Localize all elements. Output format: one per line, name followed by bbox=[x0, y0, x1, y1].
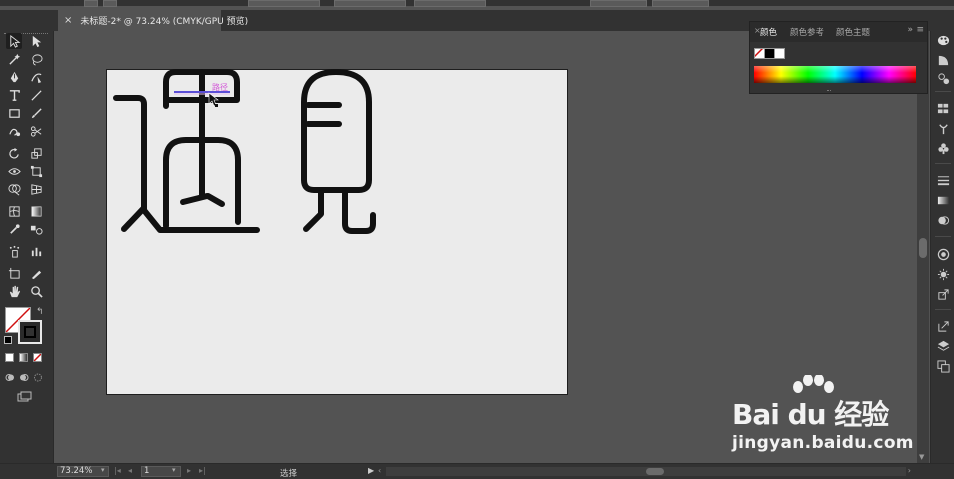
artboard-dropdown-icon[interactable]: ▾ bbox=[172, 466, 176, 474]
layers-icon[interactable] bbox=[936, 339, 950, 353]
asset-export-icon[interactable] bbox=[936, 287, 950, 301]
status-text: 选择 bbox=[280, 469, 298, 479]
scroll-right-icon[interactable]: › bbox=[908, 466, 911, 475]
scroll-left-icon[interactable]: ‹ bbox=[378, 466, 381, 475]
appearance-icon[interactable] bbox=[936, 247, 950, 261]
color-panel: × 颜色 颜色参考 颜色主题 » ≡ bbox=[749, 21, 928, 94]
artboards-icon[interactable] bbox=[936, 359, 950, 373]
tab-color-themes[interactable]: 颜色主题 bbox=[836, 26, 870, 38]
vertical-scrollbar[interactable]: ▲ ▼ bbox=[917, 31, 929, 463]
panel-resize-grip[interactable] bbox=[827, 90, 831, 93]
transparency-icon[interactable] bbox=[936, 213, 950, 227]
color-panel-header: × 颜色 颜色参考 颜色主题 » ≡ bbox=[750, 22, 927, 42]
panel-dock bbox=[930, 31, 954, 463]
swatches-icon[interactable] bbox=[936, 101, 950, 115]
horizontal-scroll-thumb[interactable] bbox=[646, 468, 664, 475]
stroke-leg-left bbox=[303, 190, 324, 232]
watermark-brand: Bai du 经验 bbox=[732, 398, 889, 431]
dock-separator bbox=[935, 309, 951, 310]
vertical-scroll-thumb[interactable] bbox=[919, 238, 927, 258]
color-spectrum[interactable] bbox=[754, 66, 916, 83]
smart-guide-label: 路径 bbox=[212, 83, 228, 92]
previous-artboard-icon[interactable]: ◂ bbox=[128, 466, 132, 475]
status-menu-icon[interactable]: ▶ bbox=[368, 466, 374, 475]
anchor-point-indicator bbox=[215, 104, 218, 107]
last-artboard-icon[interactable]: ▸| bbox=[199, 466, 206, 475]
color-guide-icon[interactable] bbox=[936, 53, 950, 67]
dock-separator bbox=[935, 163, 951, 164]
watermark: Bai du 经验 jingyan.baidu.com bbox=[730, 375, 914, 465]
panel-menu-icon[interactable]: ≡ bbox=[916, 25, 924, 35]
status-bar: 73.24% ▾ |◂ ◂ 1 ▾ ▸ ▸| 选择 ▶ ‹ › bbox=[0, 463, 954, 479]
white-swatch[interactable] bbox=[774, 48, 785, 59]
stroke-radical-vertical bbox=[113, 95, 147, 213]
symbols-icon[interactable] bbox=[936, 141, 950, 155]
tab-color[interactable]: 颜色 bbox=[760, 26, 777, 38]
dock-separator bbox=[935, 91, 951, 92]
brushes-icon[interactable] bbox=[936, 121, 950, 135]
color-themes-icon[interactable] bbox=[936, 71, 950, 85]
stroke-leg-right bbox=[342, 190, 376, 234]
zoom-dropdown-icon[interactable]: ▾ bbox=[101, 466, 105, 474]
graphic-styles-icon[interactable] bbox=[936, 267, 950, 281]
stroke-inner-hook bbox=[180, 193, 225, 207]
dock-separator bbox=[935, 236, 951, 237]
watermark-url: jingyan.baidu.com bbox=[732, 433, 914, 453]
scroll-down-icon[interactable]: ▼ bbox=[919, 453, 924, 461]
gradient-icon[interactable] bbox=[936, 193, 950, 207]
next-artboard-icon[interactable]: ▸ bbox=[187, 466, 191, 475]
first-artboard-icon[interactable]: |◂ bbox=[114, 466, 121, 475]
horizontal-scrollbar[interactable]: ‹ › bbox=[378, 466, 911, 476]
color-panel-icon[interactable] bbox=[936, 33, 950, 47]
stroke-icon[interactable] bbox=[936, 173, 950, 187]
tab-color-guide[interactable]: 颜色参考 bbox=[790, 26, 824, 38]
panel-expand-icon[interactable]: » bbox=[907, 25, 913, 35]
stroke-capsule bbox=[301, 69, 372, 193]
export-icon[interactable] bbox=[936, 319, 950, 333]
